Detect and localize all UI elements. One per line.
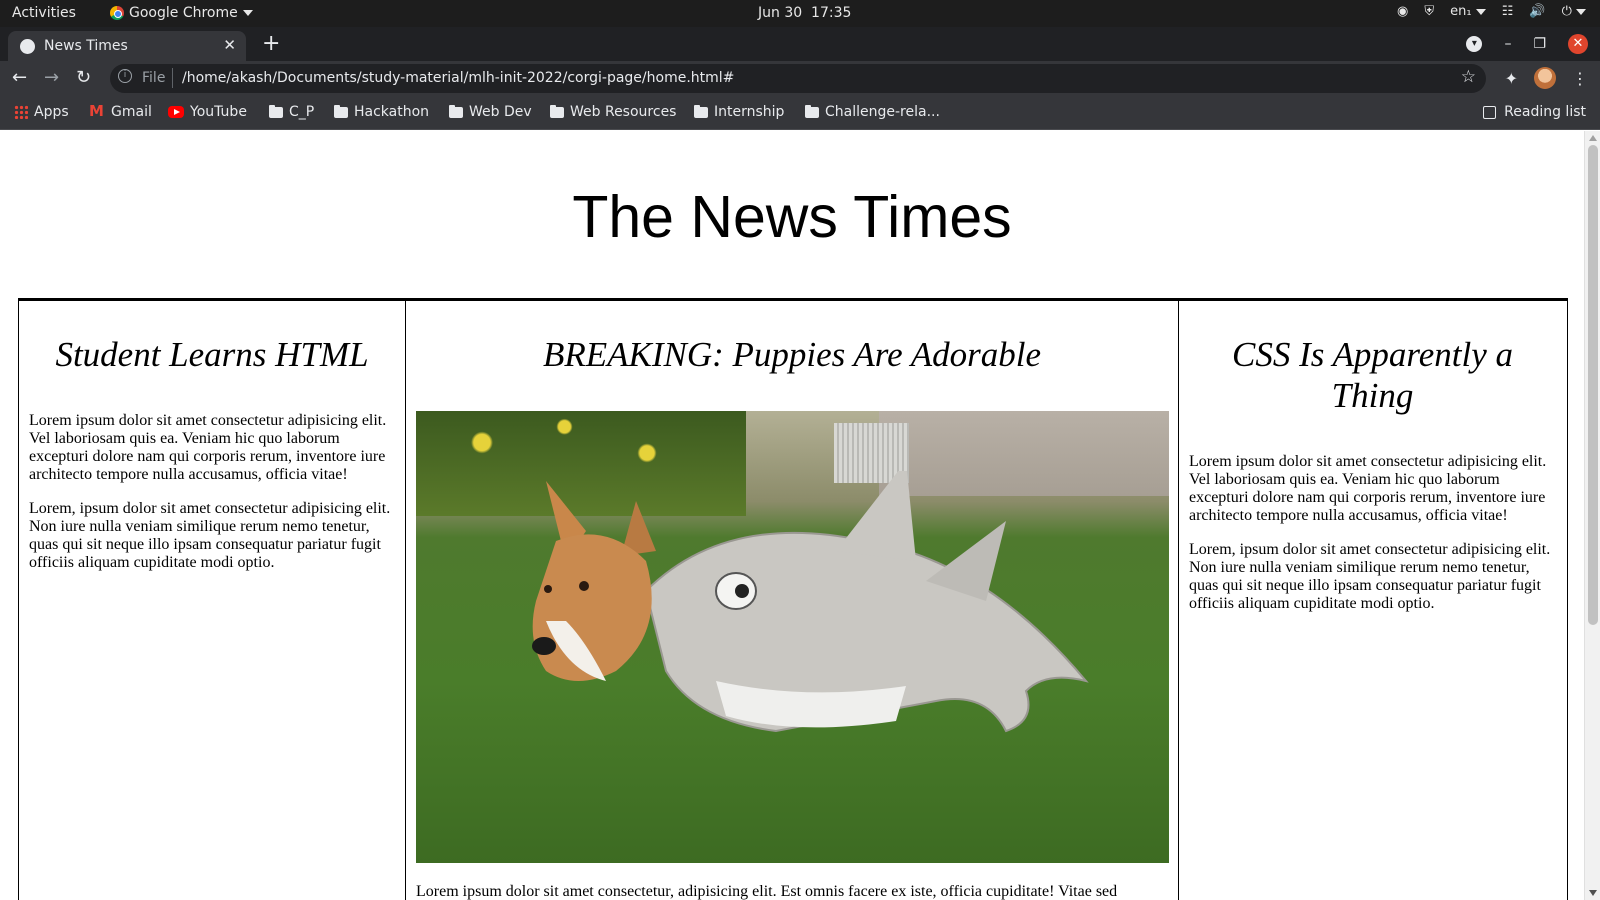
info-icon[interactable]: i xyxy=(118,69,132,83)
folder-icon xyxy=(449,104,463,118)
folder-icon xyxy=(805,104,819,118)
scroll-up-arrow-icon[interactable] xyxy=(1589,135,1597,141)
bookmark-folder-challenge[interactable]: Challenge-rela... xyxy=(805,104,940,120)
app-menu[interactable]: Google Chrome xyxy=(110,5,253,21)
scrollbar-thumb[interactable] xyxy=(1588,145,1598,625)
close-tab-icon[interactable]: ✕ xyxy=(223,36,236,54)
bookmark-folder-internship[interactable]: Internship xyxy=(694,104,784,120)
activities-button[interactable]: Activities xyxy=(12,5,76,21)
bookmark-folder-web-resources[interactable]: Web Resources xyxy=(550,104,676,120)
tab-search-icon[interactable]: ▾ xyxy=(1466,36,1483,52)
browser-toolbar: ← → ↻ i File /home/akash/Documents/study… xyxy=(0,61,1600,96)
shield-icon[interactable]: ⛨ xyxy=(1424,4,1434,19)
page-title: The News Times xyxy=(572,184,1012,250)
corgi-dog xyxy=(532,481,656,681)
menu-kebab-icon[interactable]: ⋮ xyxy=(1572,69,1588,88)
article-column-left: Student Learns HTML Lorem ipsum dolor si… xyxy=(19,301,406,900)
folder-icon xyxy=(269,104,283,118)
system-top-bar: Activities Google Chrome Jun 30 17:35 ◉ … xyxy=(0,0,1600,27)
power-menu[interactable]: ⏻ xyxy=(1562,4,1586,19)
chrome-icon xyxy=(110,6,124,20)
bookmark-youtube[interactable]: YouTube xyxy=(168,104,247,120)
article-paragraph: Lorem, ipsum dolor sit amet consectetur … xyxy=(1189,541,1551,612)
bookmark-folder-web-dev[interactable]: Web Dev xyxy=(449,104,532,120)
chevron-down-icon xyxy=(242,10,253,16)
reload-button[interactable]: ↻ xyxy=(76,67,91,88)
bookmarks-bar: Apps Gmail YouTube C_P Hackathon Web Dev… xyxy=(0,96,1600,130)
url-scheme: File xyxy=(142,70,166,86)
back-button[interactable]: ← xyxy=(12,67,27,88)
system-tray: ◉ ⛨ en₁ ☷ 🔊 ⏻ xyxy=(1397,4,1586,19)
language-indicator[interactable]: en₁ xyxy=(1450,4,1486,19)
window-controls: ▾ – ❐ ✕ xyxy=(1466,27,1600,61)
bookmark-folder-cp[interactable]: C_P xyxy=(269,104,314,120)
page-scrollbar[interactable] xyxy=(1584,131,1600,900)
bookmark-apps[interactable]: Apps xyxy=(14,104,69,120)
page-viewport: The News Times Student Learns HTML Lorem… xyxy=(0,131,1584,900)
tab-strip: News Times ✕ + ▾ – ❐ ✕ xyxy=(0,27,1600,61)
folder-icon xyxy=(550,104,564,118)
youtube-icon xyxy=(168,106,184,118)
folder-icon xyxy=(694,104,708,118)
apps-grid-icon xyxy=(14,105,28,119)
article-heading: BREAKING: Puppies Are Adorable xyxy=(542,335,1042,374)
article-heading: CSS Is Apparently a Thing xyxy=(1232,335,1513,415)
restore-button[interactable]: ❐ xyxy=(1533,36,1546,52)
reading-list-button[interactable]: Reading list xyxy=(1483,104,1586,120)
article-column-right: CSS Is Apparently a Thing Lorem ipsum do… xyxy=(1179,301,1566,900)
toolbar-actions: ✦ ⋮ xyxy=(1505,67,1588,89)
article-paragraph: Lorem ipsum dolor sit amet consectetur, … xyxy=(416,883,1118,900)
corgi-shark-photo xyxy=(416,411,1169,863)
close-window-button[interactable]: ✕ xyxy=(1568,34,1588,54)
forward-button[interactable]: → xyxy=(44,67,59,88)
globe-icon xyxy=(20,39,35,54)
tab-title: News Times xyxy=(44,38,128,54)
scroll-down-arrow-icon[interactable] xyxy=(1589,890,1597,896)
article-column-center: BREAKING: Puppies Are Adorable Lorem ips… xyxy=(406,301,1179,900)
volume-icon[interactable]: 🔊 xyxy=(1529,4,1545,19)
article-paragraph: Lorem, ipsum dolor sit amet consectetur … xyxy=(29,500,391,571)
discord-icon[interactable]: ◉ xyxy=(1397,4,1408,19)
gmail-icon xyxy=(89,102,105,120)
reading-list-icon xyxy=(1483,105,1497,119)
bookmark-folder-hackathon[interactable]: Hackathon xyxy=(334,104,429,120)
network-icon[interactable]: ☷ xyxy=(1502,4,1514,19)
article-paragraph: Lorem ipsum dolor sit amet consectetur a… xyxy=(29,412,387,483)
divider xyxy=(172,68,173,88)
url-text[interactable]: /home/akash/Documents/study-material/mlh… xyxy=(182,70,734,86)
address-bar[interactable]: i File /home/akash/Documents/study-mater… xyxy=(110,64,1486,93)
clock[interactable]: Jun 30 17:35 xyxy=(758,5,851,21)
article-heading: Student Learns HTML xyxy=(55,335,369,374)
minimize-button[interactable]: – xyxy=(1504,36,1511,52)
extensions-icon[interactable]: ✦ xyxy=(1505,69,1518,88)
new-tab-button[interactable]: + xyxy=(262,31,280,56)
tab-news-times[interactable]: News Times ✕ xyxy=(8,31,246,61)
article-paragraph: Lorem ipsum dolor sit amet consectetur a… xyxy=(1189,453,1547,524)
folder-icon xyxy=(334,104,348,118)
profile-avatar[interactable] xyxy=(1534,67,1556,89)
app-name: Google Chrome xyxy=(129,5,238,21)
bookmark-gmail[interactable]: Gmail xyxy=(89,102,152,120)
news-grid: Student Learns HTML Lorem ipsum dolor si… xyxy=(18,298,1568,900)
bookmark-star-icon[interactable]: ☆ xyxy=(1461,67,1476,87)
